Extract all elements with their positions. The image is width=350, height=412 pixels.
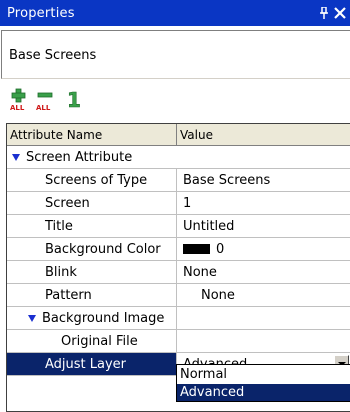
- panel-title: Properties: [7, 5, 75, 21]
- row-value: Untitled: [177, 215, 350, 238]
- row-name: Screen: [7, 192, 177, 215]
- object-selector[interactable]: Base Screens: [1, 30, 350, 79]
- row-value: [177, 307, 350, 330]
- row-name: Background Image: [42, 310, 165, 326]
- dropdown-list: Normal Advanced: [176, 364, 350, 402]
- category-row-screen-attribute[interactable]: Screen Attribute: [7, 146, 350, 169]
- row-name: Screen Attribute: [26, 149, 133, 165]
- header-value[interactable]: Value: [177, 124, 350, 145]
- row-name: Pattern: [7, 284, 177, 307]
- row-value: [177, 330, 350, 353]
- dropdown-option-advanced[interactable]: Advanced: [177, 384, 350, 401]
- panel-title-bar[interactable]: Properties: [0, 0, 350, 26]
- close-icon[interactable]: [334, 7, 346, 19]
- grid-header: Attribute Name Value: [7, 124, 350, 146]
- property-row-title[interactable]: Title Untitled: [7, 215, 350, 238]
- property-row-background-color[interactable]: Background Color 0: [7, 238, 350, 261]
- row-name: Adjust Layer: [7, 353, 177, 376]
- category-row-background-image[interactable]: Background Image: [7, 307, 350, 330]
- row-name: Blink: [7, 261, 177, 284]
- property-row-original-file[interactable]: Original File: [7, 330, 350, 353]
- property-row-pattern[interactable]: Pattern None: [7, 284, 350, 307]
- dropdown-option-normal[interactable]: Normal: [177, 366, 350, 383]
- object-name: Base Screens: [9, 48, 97, 63]
- one-icon[interactable]: 1: [66, 88, 80, 112]
- property-row-screens-of-type[interactable]: Screens of Type Base Screens: [7, 169, 350, 192]
- expanded-triangle-icon[interactable]: [28, 314, 36, 322]
- row-value: None: [177, 261, 350, 284]
- expand-all-badge: ALL: [10, 104, 25, 112]
- color-swatch: [183, 244, 210, 254]
- header-attribute-name[interactable]: Attribute Name: [7, 124, 177, 145]
- collapse-all-badge: ALL: [36, 104, 51, 112]
- row-value: None: [177, 284, 350, 307]
- row-name: Original File: [7, 330, 177, 353]
- collapse-all-icon[interactable]: ALL: [35, 88, 59, 112]
- row-name: Background Color: [7, 238, 177, 261]
- one-label: 1: [67, 88, 80, 112]
- property-row-screen[interactable]: Screen 1: [7, 192, 350, 215]
- pin-icon[interactable]: [319, 7, 329, 19]
- row-value: 1: [177, 192, 350, 215]
- properties-toolbar: ALL ALL 1: [0, 80, 350, 118]
- expanded-triangle-icon[interactable]: [12, 153, 20, 161]
- row-name: Screens of Type: [7, 169, 177, 192]
- row-name: Title: [7, 215, 177, 238]
- row-value: Base Screens: [177, 169, 350, 192]
- row-value-cell: 0: [177, 238, 350, 261]
- property-row-blink[interactable]: Blink None: [7, 261, 350, 284]
- expand-all-icon[interactable]: ALL: [9, 88, 33, 112]
- row-value: 0: [216, 241, 225, 257]
